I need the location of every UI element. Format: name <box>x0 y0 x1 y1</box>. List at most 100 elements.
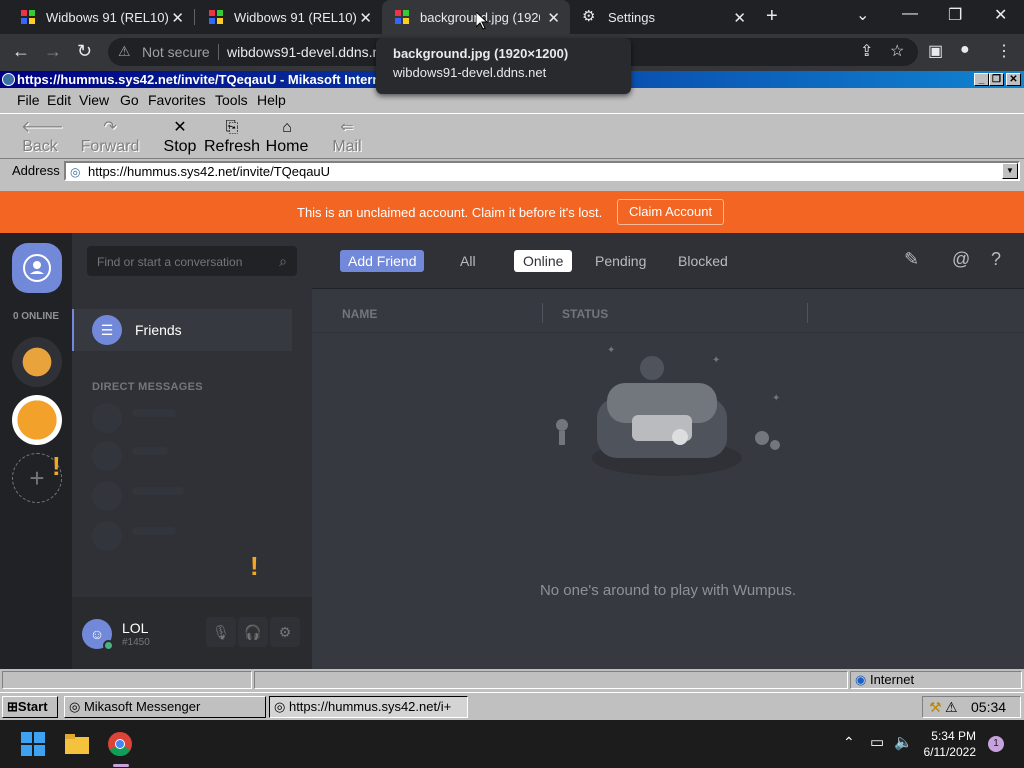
column-status: STATUS <box>562 307 609 321</box>
dm-placeholder <box>132 527 176 535</box>
column-divider <box>807 303 808 323</box>
close-tab-icon[interactable]: ✕ <box>359 9 372 27</box>
restore-button[interactable]: ❐ <box>948 5 962 25</box>
status-pane <box>2 671 252 689</box>
dm-placeholder <box>92 481 122 511</box>
help-icon[interactable]: ? <box>991 249 1001 270</box>
notification-badge[interactable]: 1 <box>988 736 1004 752</box>
close-tab-icon[interactable]: ✕ <box>171 9 184 27</box>
clock-time: 5:34 PM <box>931 729 976 743</box>
widbows-icon <box>394 9 410 25</box>
globe-icon: ◉ <box>855 672 867 687</box>
chevron-up-icon[interactable]: ⌃ <box>843 734 855 751</box>
share-icon[interactable]: ⇪ <box>860 41 873 61</box>
tab-pending[interactable]: Pending <box>586 250 655 272</box>
server-icon-food[interactable] <box>12 337 62 387</box>
menu-view[interactable]: View <box>79 92 109 108</box>
back-button[interactable]: 🡐 Back <box>21 118 64 156</box>
browser-tab[interactable]: ⚙ Settings ✕ <box>570 0 756 34</box>
taskbar-item-browser[interactable]: ◎ https://hummus.sys42.net/i+ <box>269 696 468 718</box>
messenger-icon: ◎ <box>69 699 84 714</box>
file-explorer-icon[interactable] <box>65 732 89 756</box>
reload-icon[interactable]: ↻ <box>77 41 92 62</box>
menu-go[interactable]: Go <box>120 92 139 108</box>
new-tab-button[interactable]: + <box>766 5 778 28</box>
minimize-button[interactable]: — <box>902 5 918 23</box>
back-icon: 🡐 <box>21 119 64 136</box>
tooltip-title: background.jpg (1920×1200) <box>393 46 569 61</box>
os-clock[interactable]: 5:34 PM 6/11/2022 <box>920 728 977 760</box>
sidebar-item-friends[interactable]: ☰ Friends <box>72 309 292 351</box>
menu-icon[interactable]: ⋮ <box>996 41 1012 61</box>
home-button[interactable]: ⌂ Home <box>265 118 309 156</box>
taskbar-item-messenger[interactable]: ◎ Mikasoft Messenger <box>64 696 266 718</box>
user-panel: ☺ LOL #1450 🎙 🎧 ⚙ <box>72 597 312 669</box>
mentions-icon[interactable]: @ <box>952 249 970 270</box>
maximize-button[interactable]: ❐ <box>989 73 1004 86</box>
browser-tab[interactable]: Widbows 91 (REL10) ✕ <box>0 0 194 34</box>
tab-search-icon[interactable]: ⌄ <box>856 5 869 25</box>
back-arrow-icon[interactable]: ← <box>12 41 30 62</box>
address-input[interactable]: ◎ https://hummus.sys42.net/invite/TQeqau… <box>64 161 1020 181</box>
address-label: Address <box>12 163 60 178</box>
claim-account-button[interactable]: Claim Account <box>617 199 725 225</box>
start-icon: ⊞ <box>7 699 18 714</box>
tab-blocked[interactable]: Blocked <box>669 250 737 272</box>
settings-icon[interactable]: ⚙ <box>270 617 300 647</box>
tab-all[interactable]: All <box>451 250 485 272</box>
widbows-icon <box>20 9 36 25</box>
zone-label: Internet <box>869 672 915 687</box>
close-window-button[interactable]: ✕ <box>994 5 1007 25</box>
tab-online[interactable]: Online <box>514 250 573 272</box>
chevron-down-icon[interactable]: ▼ <box>1002 163 1018 179</box>
dm-placeholder <box>132 409 176 417</box>
os-taskbar: ⌃ ▭ 🔈 5:34 PM 6/11/2022 1 <box>0 720 1024 768</box>
status-bar: ◉ Internet <box>0 669 1024 691</box>
network-icon[interactable]: ▭ <box>870 733 884 751</box>
close-button[interactable]: ✕ <box>1006 73 1021 86</box>
side-panel-icon[interactable]: ▣ <box>928 41 943 61</box>
windows-start-icon[interactable] <box>21 732 45 756</box>
tab-title: Widbows 91 (REL10) <box>234 9 357 25</box>
sidebar-item-label: Friends <box>135 322 182 338</box>
svg-text:✦: ✦ <box>607 345 615 356</box>
start-button[interactable]: ⊞Start <box>2 696 58 718</box>
volume-icon[interactable]: 🔈 <box>894 733 913 751</box>
add-friend-button[interactable]: Add Friend <box>340 250 425 272</box>
menu-file[interactable]: File <box>17 92 40 108</box>
stop-icon: ✕ <box>173 119 187 136</box>
menu-tools[interactable]: Tools <box>215 92 248 108</box>
mute-icon[interactable]: 🎙 <box>206 617 236 647</box>
minimize-button[interactable]: _ <box>974 73 989 86</box>
search-input[interactable]: Find or start a conversation ⌕ <box>87 246 297 276</box>
server-icon-cat[interactable] <box>12 395 62 445</box>
friends-column-header: NAME STATUS <box>312 289 1024 333</box>
retro-browser-window: https://hummus.sys42.net/invite/TQeqauU … <box>0 71 1024 720</box>
forward-arrow-icon[interactable]: → <box>44 41 62 62</box>
star-icon[interactable]: ☆ <box>890 41 904 61</box>
chrome-icon[interactable] <box>108 732 132 756</box>
search-placeholder: Find or start a conversation <box>97 255 243 269</box>
menu-favorites[interactable]: Favorites <box>148 92 206 108</box>
new-group-dm-icon[interactable]: ✎ <box>904 249 919 270</box>
forward-button[interactable]: ↷ Forward <box>78 118 142 156</box>
menu-edit[interactable]: Edit <box>47 92 71 108</box>
menu-help[interactable]: Help <box>257 92 286 108</box>
profile-icon[interactable]: ● <box>960 41 970 59</box>
omnibox-divider <box>218 44 219 60</box>
mail-button[interactable]: ⇐ Mail <box>330 118 364 156</box>
tab-hover-tooltip: background.jpg (1920×1200) wibdows91-dev… <box>376 38 631 94</box>
refresh-button[interactable]: ⎘ Refresh <box>203 118 261 156</box>
browser-tab[interactable]: Widbows 91 (REL10) ✕ <box>196 0 382 34</box>
banner-message: This is an unclaimed account. Claim it b… <box>297 205 603 220</box>
close-tab-icon[interactable]: ✕ <box>547 9 560 27</box>
close-tab-icon[interactable]: ✕ <box>733 9 746 27</box>
stop-button[interactable]: ✕ Stop <box>162 118 198 156</box>
warning-icon[interactable]: ⚠ <box>945 697 958 717</box>
online-count: 0 ONLINE <box>12 311 60 322</box>
window-title: https://hummus.sys42.net/invite/TQeqauU … <box>17 72 392 87</box>
deafen-icon[interactable]: 🎧 <box>238 617 268 647</box>
friends-home-button[interactable] <box>12 243 62 293</box>
discord-app: This is an unclaimed account. Claim it b… <box>0 191 1024 669</box>
forward-icon: ↷ <box>103 119 117 136</box>
